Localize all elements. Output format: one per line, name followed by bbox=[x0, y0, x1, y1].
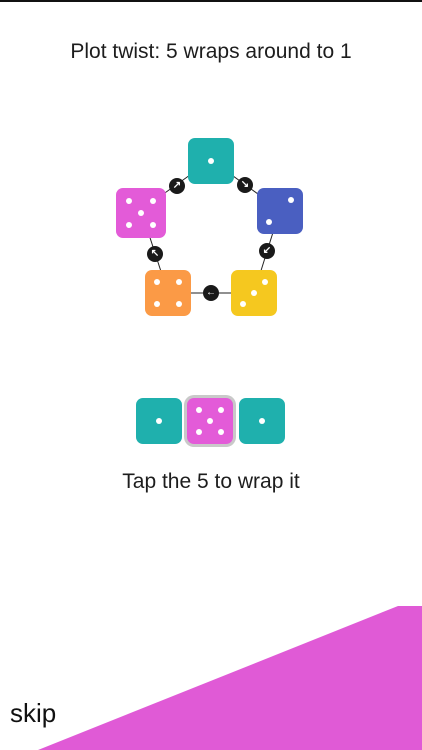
cycle-die-1 bbox=[188, 138, 234, 184]
banner-label: Loop the numbers! bbox=[196, 591, 376, 684]
pip bbox=[218, 407, 224, 413]
pip bbox=[196, 429, 202, 435]
skip-button[interactable]: skip bbox=[10, 698, 56, 729]
pip bbox=[176, 301, 182, 307]
arrow-2-to-3-icon: ↙ bbox=[259, 243, 275, 259]
pip bbox=[126, 198, 132, 204]
pip bbox=[240, 301, 246, 307]
tray-die-1 bbox=[136, 398, 182, 444]
pip bbox=[266, 219, 272, 225]
cycle-die-4 bbox=[145, 270, 191, 316]
pip bbox=[196, 407, 202, 413]
arrow-5-to-1-icon: ↗ bbox=[169, 178, 185, 194]
arrow-3-to-4-icon: ← bbox=[203, 285, 219, 301]
dice-tray bbox=[136, 398, 286, 446]
pip bbox=[154, 301, 160, 307]
tray-die-1b bbox=[239, 398, 285, 444]
pip bbox=[150, 198, 156, 204]
pip bbox=[208, 158, 214, 164]
pip bbox=[138, 210, 144, 216]
pip bbox=[288, 197, 294, 203]
pip bbox=[156, 418, 162, 424]
arrow-4-to-5-icon: ↖ bbox=[147, 246, 163, 262]
pip bbox=[176, 279, 182, 285]
pip bbox=[207, 418, 213, 424]
pip bbox=[218, 429, 224, 435]
pip bbox=[126, 222, 132, 228]
pip bbox=[262, 279, 268, 285]
arrow-1-to-2-icon: ↘ bbox=[237, 177, 253, 193]
cycle-die-2 bbox=[257, 188, 303, 234]
pip bbox=[251, 290, 257, 296]
pip bbox=[150, 222, 156, 228]
instruction-text: Tap the 5 to wrap it bbox=[122, 470, 300, 493]
wrap-cycle-diagram: ↘ ↙ ← ↖ ↗ bbox=[0, 0, 422, 360]
cycle-die-3 bbox=[231, 270, 277, 316]
cycle-die-5 bbox=[116, 188, 166, 238]
tray-die-5-button[interactable] bbox=[187, 398, 233, 444]
pip bbox=[154, 279, 160, 285]
pip bbox=[259, 418, 265, 424]
